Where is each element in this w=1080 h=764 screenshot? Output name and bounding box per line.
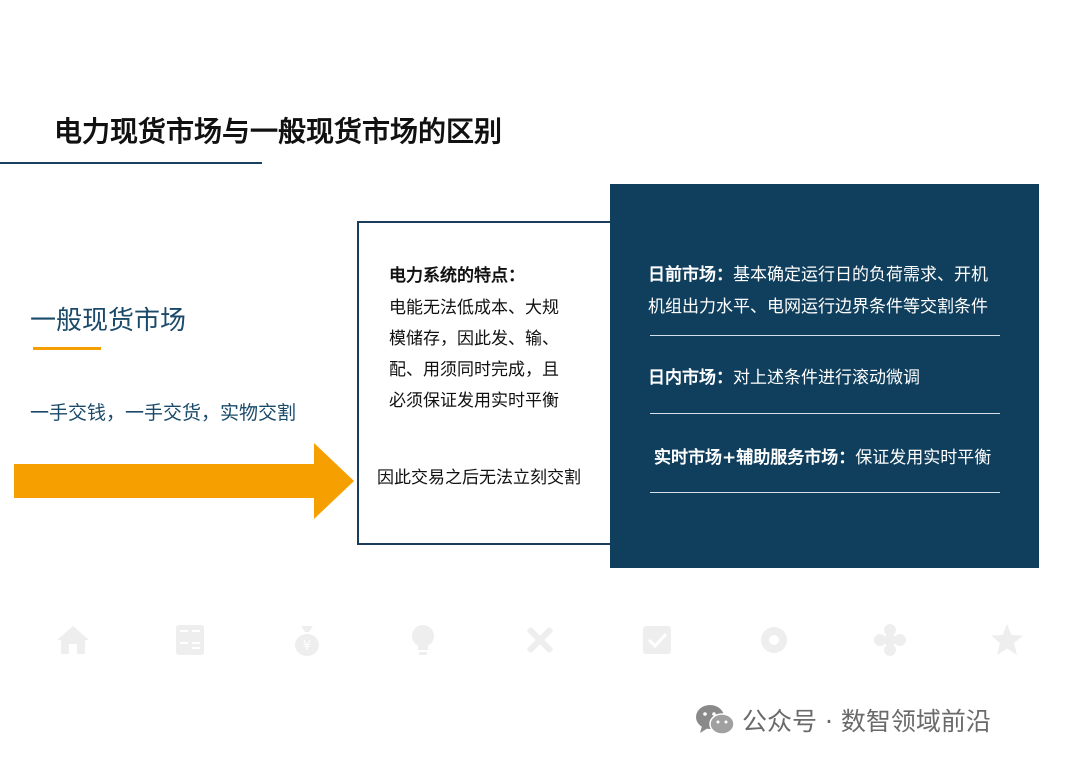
flower-icon [874,624,906,656]
market-name: 日内市场： [648,368,733,388]
market-realtime: 实时市场+辅助服务市场：保证发用实时平衡 [654,442,991,474]
checkbox-icon [643,626,671,654]
market-desc: 基本确定运行日的负荷需求、开机 [733,265,988,285]
middle-conclusion: 因此交易之后无法立刻交割 [377,468,581,488]
middle-heading: 电力系统的特点： [389,266,525,286]
market-desc: 机组出力水平、电网运行边界条件等交割条件 [648,297,988,317]
wechat-icon [696,705,735,735]
middle-body: 电能无法低成本、大规 模储存，因此发、输、 配、用须同时完成，且 必须保证发用实… [389,293,589,417]
money-bag-icon: ¥ [295,626,319,656]
market-desc: 对上述条件进行滚动微调 [733,368,920,388]
left-description: 一手交钱，一手交货，实物交割 [30,402,297,424]
home-icon [57,626,89,654]
watermark: 公众号 · 数智领域前沿 [694,700,991,740]
market-divider [650,413,1000,414]
middle-body-line: 必须保证发用实时平衡 [389,391,559,411]
market-divider [650,492,1000,493]
middle-box: 电力系统的特点： 电能无法低成本、大规 模储存，因此发、输、 配、用须同时完成，… [357,221,611,545]
calculator-icon [176,625,204,655]
decorative-icon-row: ¥ [0,620,1080,670]
market-intraday: 日内市场：对上述条件进行滚动微调 [648,362,920,394]
middle-body-line: 模储存，因此发、输、 [389,329,559,349]
market-day-ahead: 日前市场：基本确定运行日的负荷需求、开机 机组出力水平、电网运行边界条件等交割条… [648,259,988,323]
market-name: 实时市场+辅助服务市场： [654,448,856,468]
svg-text:¥: ¥ [303,639,311,654]
market-divider [650,335,1000,336]
left-accent-bar [33,347,101,350]
title-underline [0,162,262,164]
market-name: 日前市场： [648,265,733,285]
right-arrow-icon [14,443,354,519]
lightbulb-icon [412,625,434,655]
page-title: 电力现货市场与一般现货市场的区别 [54,115,503,148]
middle-body-line: 配、用须同时完成，且 [389,360,559,380]
market-desc: 保证发用实时平衡 [855,448,992,468]
left-heading: 一般现货市场 [30,306,187,336]
watermark-text: 公众号 · 数智领域前沿 [742,707,991,736]
tools-icon [527,627,553,653]
star-icon [991,624,1023,655]
gear-icon [761,627,787,653]
middle-body-line: 电能无法低成本、大规 [389,298,559,318]
right-panel: 日前市场：基本确定运行日的负荷需求、开机 机组出力水平、电网运行边界条件等交割条… [610,184,1039,568]
